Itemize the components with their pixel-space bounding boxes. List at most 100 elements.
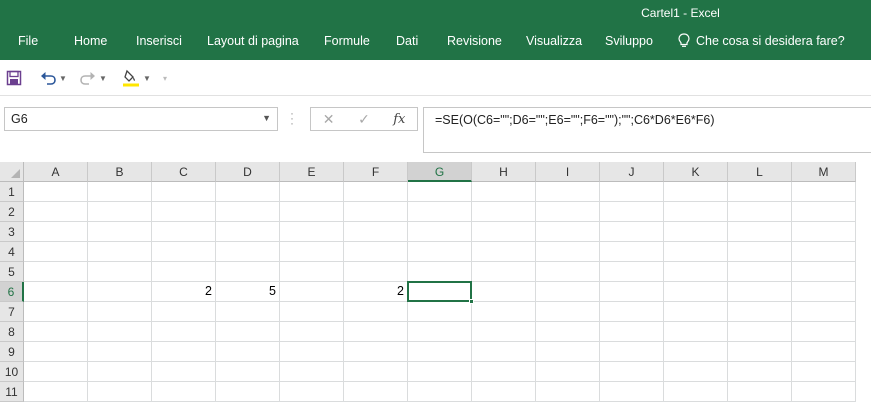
cell-k2[interactable] bbox=[664, 202, 728, 222]
cell-h10[interactable] bbox=[472, 362, 536, 382]
cell-b10[interactable] bbox=[88, 362, 152, 382]
cell-l10[interactable] bbox=[728, 362, 792, 382]
tab-inserisci[interactable]: Inserisci bbox=[136, 34, 182, 48]
cell-k10[interactable] bbox=[664, 362, 728, 382]
cell-g4[interactable] bbox=[408, 242, 472, 262]
cell-j8[interactable] bbox=[600, 322, 664, 342]
cell-e10[interactable] bbox=[280, 362, 344, 382]
row-header-11[interactable]: 11 bbox=[0, 382, 24, 402]
column-header-b[interactable]: B bbox=[88, 162, 152, 182]
cell-l8[interactable] bbox=[728, 322, 792, 342]
cell-g7[interactable] bbox=[408, 302, 472, 322]
cell-k1[interactable] bbox=[664, 182, 728, 202]
cell-b3[interactable] bbox=[88, 222, 152, 242]
column-header-e[interactable]: E bbox=[280, 162, 344, 182]
cell-d4[interactable] bbox=[216, 242, 280, 262]
cell-f10[interactable] bbox=[344, 362, 408, 382]
cell-g10[interactable] bbox=[408, 362, 472, 382]
cell-h7[interactable] bbox=[472, 302, 536, 322]
cell-i1[interactable] bbox=[536, 182, 600, 202]
highlight-button[interactable]: ▼ bbox=[122, 68, 151, 88]
cell-k5[interactable] bbox=[664, 262, 728, 282]
column-header-g[interactable]: G bbox=[408, 162, 472, 182]
drag-handle-icon[interactable]: · · · bbox=[290, 107, 294, 129]
cell-l11[interactable] bbox=[728, 382, 792, 402]
cell-f3[interactable] bbox=[344, 222, 408, 242]
redo-button[interactable]: ▼ bbox=[80, 68, 107, 88]
cell-i10[interactable] bbox=[536, 362, 600, 382]
cell-j9[interactable] bbox=[600, 342, 664, 362]
cell-a4[interactable] bbox=[24, 242, 88, 262]
cell-a8[interactable] bbox=[24, 322, 88, 342]
name-box-dropdown-icon[interactable]: ▼ bbox=[262, 113, 271, 123]
cell-j2[interactable] bbox=[600, 202, 664, 222]
cell-e1[interactable] bbox=[280, 182, 344, 202]
cell-l3[interactable] bbox=[728, 222, 792, 242]
fill-handle[interactable] bbox=[469, 299, 474, 304]
cell-d10[interactable] bbox=[216, 362, 280, 382]
cell-d6[interactable]: 5 bbox=[216, 282, 280, 302]
cell-m10[interactable] bbox=[792, 362, 856, 382]
column-header-i[interactable]: I bbox=[536, 162, 600, 182]
cell-c1[interactable] bbox=[152, 182, 216, 202]
cell-k4[interactable] bbox=[664, 242, 728, 262]
cell-i7[interactable] bbox=[536, 302, 600, 322]
cell-j5[interactable] bbox=[600, 262, 664, 282]
cell-a7[interactable] bbox=[24, 302, 88, 322]
cell-d1[interactable] bbox=[216, 182, 280, 202]
cell-f7[interactable] bbox=[344, 302, 408, 322]
cell-e4[interactable] bbox=[280, 242, 344, 262]
tab-sviluppo[interactable]: Sviluppo bbox=[605, 34, 653, 48]
cell-l7[interactable] bbox=[728, 302, 792, 322]
cell-h9[interactable] bbox=[472, 342, 536, 362]
cell-f1[interactable] bbox=[344, 182, 408, 202]
cell-b1[interactable] bbox=[88, 182, 152, 202]
cell-d8[interactable] bbox=[216, 322, 280, 342]
column-header-m[interactable]: M bbox=[792, 162, 856, 182]
formula-input[interactable]: =SE(O(C6="";D6="";E6="";F6="");"";C6*D6*… bbox=[423, 107, 871, 153]
cell-a9[interactable] bbox=[24, 342, 88, 362]
cell-h6[interactable] bbox=[472, 282, 536, 302]
cell-h8[interactable] bbox=[472, 322, 536, 342]
cell-m6[interactable] bbox=[792, 282, 856, 302]
cell-e3[interactable] bbox=[280, 222, 344, 242]
cell-h3[interactable] bbox=[472, 222, 536, 242]
cell-l2[interactable] bbox=[728, 202, 792, 222]
cell-b11[interactable] bbox=[88, 382, 152, 402]
cell-i2[interactable] bbox=[536, 202, 600, 222]
cell-e8[interactable] bbox=[280, 322, 344, 342]
cell-g2[interactable] bbox=[408, 202, 472, 222]
cell-f11[interactable] bbox=[344, 382, 408, 402]
row-header-4[interactable]: 4 bbox=[0, 242, 24, 262]
row-header-9[interactable]: 9 bbox=[0, 342, 24, 362]
cell-a6[interactable] bbox=[24, 282, 88, 302]
cell-j3[interactable] bbox=[600, 222, 664, 242]
cell-e7[interactable] bbox=[280, 302, 344, 322]
row-header-7[interactable]: 7 bbox=[0, 302, 24, 322]
cell-d3[interactable] bbox=[216, 222, 280, 242]
cell-e11[interactable] bbox=[280, 382, 344, 402]
cell-m8[interactable] bbox=[792, 322, 856, 342]
cell-j4[interactable] bbox=[600, 242, 664, 262]
tab-layout-di-pagina[interactable]: Layout di pagina bbox=[207, 34, 299, 48]
row-header-3[interactable]: 3 bbox=[0, 222, 24, 242]
cell-e2[interactable] bbox=[280, 202, 344, 222]
column-header-j[interactable]: J bbox=[600, 162, 664, 182]
cell-e6[interactable] bbox=[280, 282, 344, 302]
cell-m9[interactable] bbox=[792, 342, 856, 362]
column-header-c[interactable]: C bbox=[152, 162, 216, 182]
cell-k11[interactable] bbox=[664, 382, 728, 402]
enter-icon[interactable]: ✓ bbox=[346, 111, 381, 128]
cell-m5[interactable] bbox=[792, 262, 856, 282]
cell-m3[interactable] bbox=[792, 222, 856, 242]
cell-c2[interactable] bbox=[152, 202, 216, 222]
cell-k8[interactable] bbox=[664, 322, 728, 342]
cell-c9[interactable] bbox=[152, 342, 216, 362]
cell-c5[interactable] bbox=[152, 262, 216, 282]
tab-formule[interactable]: Formule bbox=[324, 34, 370, 48]
cell-g8[interactable] bbox=[408, 322, 472, 342]
cell-c10[interactable] bbox=[152, 362, 216, 382]
cell-h5[interactable] bbox=[472, 262, 536, 282]
cell-h4[interactable] bbox=[472, 242, 536, 262]
undo-dropdown-icon[interactable]: ▼ bbox=[59, 74, 67, 83]
